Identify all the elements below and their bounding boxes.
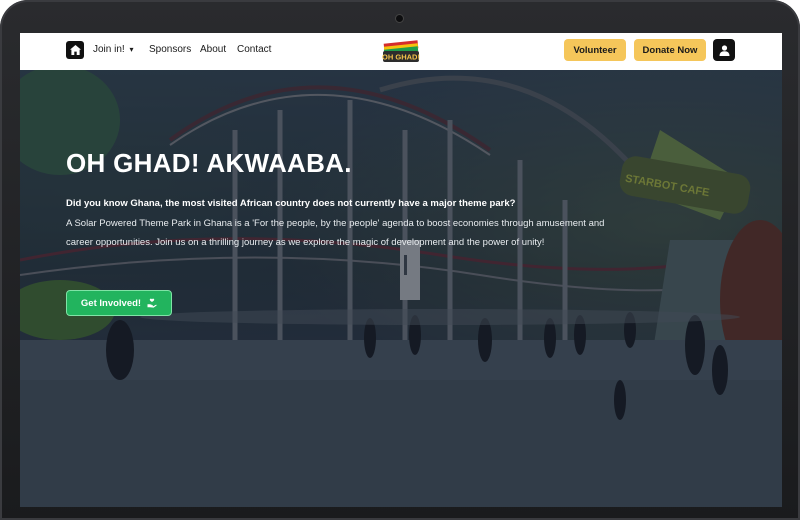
volunteer-button[interactable]: Volunteer — [564, 39, 626, 61]
nav-join-in-label: Join in! — [93, 44, 125, 55]
get-involved-button[interactable]: Get Involved! — [66, 290, 172, 316]
hero-description: A Solar Powered Theme Park in Ghana is a… — [66, 218, 605, 248]
get-involved-label: Get Involved! — [80, 297, 142, 309]
nav-sponsors[interactable]: Sponsors — [149, 44, 191, 55]
logo-text: OH GHAD! — [382, 53, 420, 62]
top-navbar: Join in! ▾ Sponsors About Contact OH GHA… — [20, 33, 782, 70]
hero-lead-question: Did you know Ghana, the most visited Afr… — [66, 198, 516, 209]
browser-viewport: Join in! ▾ Sponsors About Contact OH GHA… — [20, 33, 782, 507]
nav-about[interactable]: About — [200, 44, 226, 55]
user-icon — [719, 44, 729, 56]
hand-heart-icon — [147, 298, 157, 308]
account-button[interactable] — [713, 39, 735, 61]
home-button[interactable] — [66, 41, 84, 59]
chevron-down-icon: ▾ — [129, 45, 134, 54]
donate-now-button[interactable]: Donate Now — [634, 39, 706, 61]
nav-contact[interactable]: Contact — [237, 44, 271, 55]
hero-title: OH GHAD! AKWAABA. — [66, 148, 352, 178]
nav-join-in[interactable]: Join in! ▾ — [93, 44, 133, 55]
oh-ghad-logo[interactable]: OH GHAD! — [380, 38, 422, 66]
hero-dark-overlay — [20, 70, 782, 507]
hero-section: STARBOT CAFE OH GHAD! AKWAABA. Did you k… — [20, 70, 782, 507]
home-icon — [69, 45, 81, 55]
webcam — [396, 15, 403, 22]
